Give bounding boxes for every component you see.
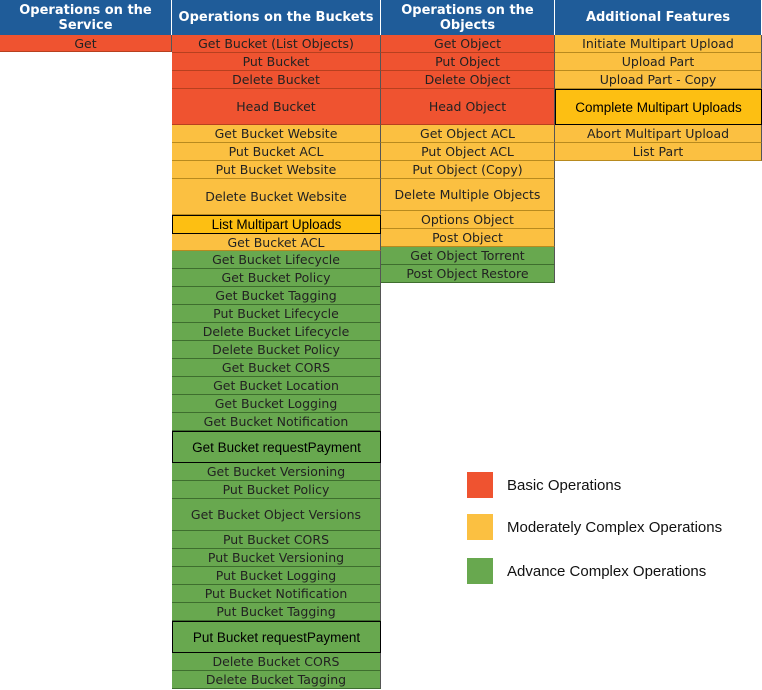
legend-label: Moderately Complex Operations	[507, 518, 723, 536]
additional-operation-cell: Abort Multipart Upload	[555, 125, 762, 143]
objects-operation-cell: Delete Multiple Objects	[381, 179, 555, 211]
additional-operation-cell: Initiate Multipart Upload	[555, 35, 762, 53]
buckets-operation-cell: Delete Bucket Website	[172, 179, 381, 215]
additional-operation-cell: List Part	[555, 143, 762, 161]
header-objects: Operations on the Objects	[381, 0, 555, 35]
buckets-operation-cell: Put Bucket CORS	[172, 531, 381, 549]
buckets-operation-cell: Put Bucket Notification	[172, 585, 381, 603]
buckets-operation-cell: Get Bucket ACL	[172, 234, 381, 251]
objects-operation-cell: Put Object ACL	[381, 143, 555, 161]
header-additional: Additional Features	[555, 0, 762, 35]
objects-operation-cell: Delete Object	[381, 71, 555, 89]
objects-operation-cell: Put Object	[381, 53, 555, 71]
buckets-operation-cell: Get Bucket requestPayment	[172, 431, 381, 463]
buckets-operation-cell: Put Bucket Tagging	[172, 603, 381, 621]
buckets-operation-cell: Put Bucket requestPayment	[172, 621, 381, 653]
header-service: Operations on the Service	[0, 0, 172, 35]
buckets-operation-cell: Get Bucket Lifecycle	[172, 251, 381, 269]
buckets-operation-cell: Head Bucket	[172, 89, 381, 125]
header-buckets: Operations on the Buckets	[172, 0, 381, 35]
buckets-operation-cell: Put Bucket Versioning	[172, 549, 381, 567]
buckets-operation-cell: Get Bucket Notification	[172, 413, 381, 431]
objects-operation-cell: Head Object	[381, 89, 555, 125]
legend-basic: Basic Operations	[467, 472, 621, 498]
buckets-operation-cell: Get Bucket Object Versions	[172, 499, 381, 531]
legend-label: Advance Complex Operations	[507, 562, 707, 580]
legend-moderate: Moderately Complex Operations	[467, 514, 722, 540]
objects-operation-cell: Options Object	[381, 211, 555, 229]
buckets-operation-cell: Get Bucket Website	[172, 125, 381, 143]
buckets-operation-cell: Put Bucket Policy	[172, 481, 381, 499]
objects-operation-cell: Get Object Torrent	[381, 247, 555, 265]
buckets-operation-cell: Get Bucket (List Objects)	[172, 35, 381, 53]
buckets-operation-cell: Get Bucket Versioning	[172, 463, 381, 481]
objects-operation-cell: Put Object (Copy)	[381, 161, 555, 179]
buckets-operation-cell: Delete Bucket	[172, 71, 381, 89]
buckets-operation-cell: Put Bucket Lifecycle	[172, 305, 381, 323]
buckets-operation-cell: Delete Bucket Tagging	[172, 671, 381, 689]
buckets-operation-cell: Put Bucket	[172, 53, 381, 71]
buckets-operation-cell: Put Bucket Website	[172, 161, 381, 179]
buckets-operation-cell: Delete Bucket Policy	[172, 341, 381, 359]
legend-advance: Advance Complex Operations	[467, 558, 706, 584]
objects-operation-cell: Post Object	[381, 229, 555, 247]
buckets-operation-cell: Put Bucket Logging	[172, 567, 381, 585]
buckets-operation-cell: Get Bucket Logging	[172, 395, 381, 413]
legend-swatch-basic	[467, 472, 493, 498]
additional-operation-cell: Complete Multipart Uploads	[555, 89, 762, 125]
buckets-operation-cell: Get Bucket Location	[172, 377, 381, 395]
service-operation-cell: Get	[0, 35, 172, 52]
additional-operation-cell: Upload Part	[555, 53, 762, 71]
buckets-operation-cell: Delete Bucket CORS	[172, 653, 381, 671]
legend-swatch-moderate	[467, 514, 493, 540]
objects-operation-cell: Get Object	[381, 35, 555, 53]
legend-swatch-advance	[467, 558, 493, 584]
buckets-operation-cell: Put Bucket ACL	[172, 143, 381, 161]
objects-operation-cell: Post Object Restore	[381, 265, 555, 283]
objects-operation-cell: Get Object ACL	[381, 125, 555, 143]
buckets-operation-cell: Get Bucket Policy	[172, 269, 381, 287]
buckets-operation-cell: Delete Bucket Lifecycle	[172, 323, 381, 341]
buckets-operation-cell: Get Bucket CORS	[172, 359, 381, 377]
buckets-operation-cell: List Multipart Uploads	[172, 215, 381, 234]
legend-label: Basic Operations	[507, 476, 622, 494]
buckets-operation-cell: Get Bucket Tagging	[172, 287, 381, 305]
additional-operation-cell: Upload Part - Copy	[555, 71, 762, 89]
